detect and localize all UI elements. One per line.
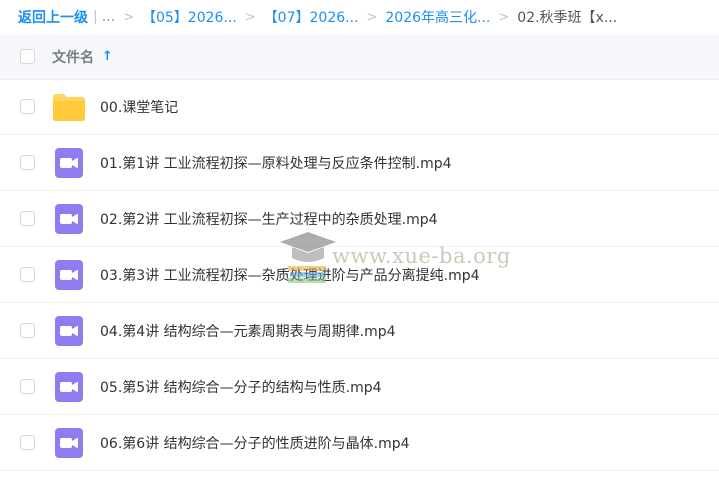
select-all-checkbox[interactable] (20, 49, 35, 64)
sort-ascending-icon[interactable]: ↑ (102, 49, 113, 64)
row-checkbox[interactable] (20, 155, 35, 170)
breadcrumb-divider: | (93, 9, 98, 25)
row-checkbox[interactable] (20, 267, 35, 282)
row-checkbox[interactable] (20, 211, 35, 226)
column-header-filename[interactable]: 文件名 ↑ (52, 47, 113, 67)
file-row[interactable]: 02.第2讲 工业流程初探—生产过程中的杂质处理.mp4 (0, 191, 719, 247)
breadcrumb-item-3[interactable]: 2026年高三化... (385, 7, 490, 27)
folder-icon (53, 94, 85, 121)
file-row[interactable]: 05.第5讲 结构综合—分子的结构与性质.mp4 (0, 359, 719, 415)
column-header-label: 文件名 (52, 49, 94, 66)
row-checkbox[interactable] (20, 99, 35, 114)
file-name[interactable]: 00.课堂笔记 (100, 97, 178, 117)
back-link[interactable]: 返回上一级 (18, 7, 88, 27)
file-row[interactable]: 03.第3讲 工业流程初探—杂质处理进阶与产品分离提纯.mp4 (0, 247, 719, 303)
file-name[interactable]: 05.第5讲 结构综合—分子的结构与性质.mp4 (100, 377, 382, 397)
chevron-right-icon: > (498, 9, 510, 25)
video-file-icon (55, 204, 83, 234)
file-row[interactable]: 06.第6讲 结构综合—分子的性质进阶与晶体.mp4 (0, 415, 719, 471)
row-checkbox[interactable] (20, 379, 35, 394)
file-row[interactable]: 00.课堂笔记 (0, 79, 719, 135)
file-name[interactable]: 03.第3讲 工业流程初探—杂质处理进阶与产品分离提纯.mp4 (100, 265, 480, 285)
row-checkbox[interactable] (20, 323, 35, 338)
video-file-icon (55, 260, 83, 290)
file-name[interactable]: 06.第6讲 结构综合—分子的性质进阶与晶体.mp4 (100, 433, 410, 453)
file-name[interactable]: 01.第1讲 工业流程初探—原料处理与反应条件控制.mp4 (100, 153, 452, 173)
file-row[interactable]: 01.第1讲 工业流程初探—原料处理与反应条件控制.mp4 (0, 135, 719, 191)
breadcrumb-item-1[interactable]: 【05】2026... (142, 7, 237, 27)
breadcrumb-current: 02.秋季班【x... (517, 10, 618, 26)
video-file-icon (55, 428, 83, 458)
breadcrumb-ellipsis[interactable]: ... (102, 9, 115, 25)
chevron-right-icon: > (244, 9, 256, 25)
file-list-header: 文件名 ↑ (0, 34, 719, 80)
file-name[interactable]: 02.第2讲 工业流程初探—生产过程中的杂质处理.mp4 (100, 209, 438, 229)
file-name[interactable]: 04.第4讲 结构综合—元素周期表与周期律.mp4 (100, 321, 396, 341)
video-file-icon (55, 316, 83, 346)
chevron-right-icon: > (123, 9, 134, 25)
video-file-icon (55, 372, 83, 402)
chevron-right-icon: > (366, 9, 378, 25)
row-checkbox[interactable] (20, 435, 35, 450)
file-row[interactable]: 04.第4讲 结构综合—元素周期表与周期律.mp4 (0, 303, 719, 359)
video-file-icon (55, 148, 83, 178)
breadcrumb-item-2[interactable]: 【07】2026... (264, 7, 359, 27)
breadcrumb: 返回上一级 | ... > 【05】2026... > 【07】2026... … (0, 0, 719, 34)
